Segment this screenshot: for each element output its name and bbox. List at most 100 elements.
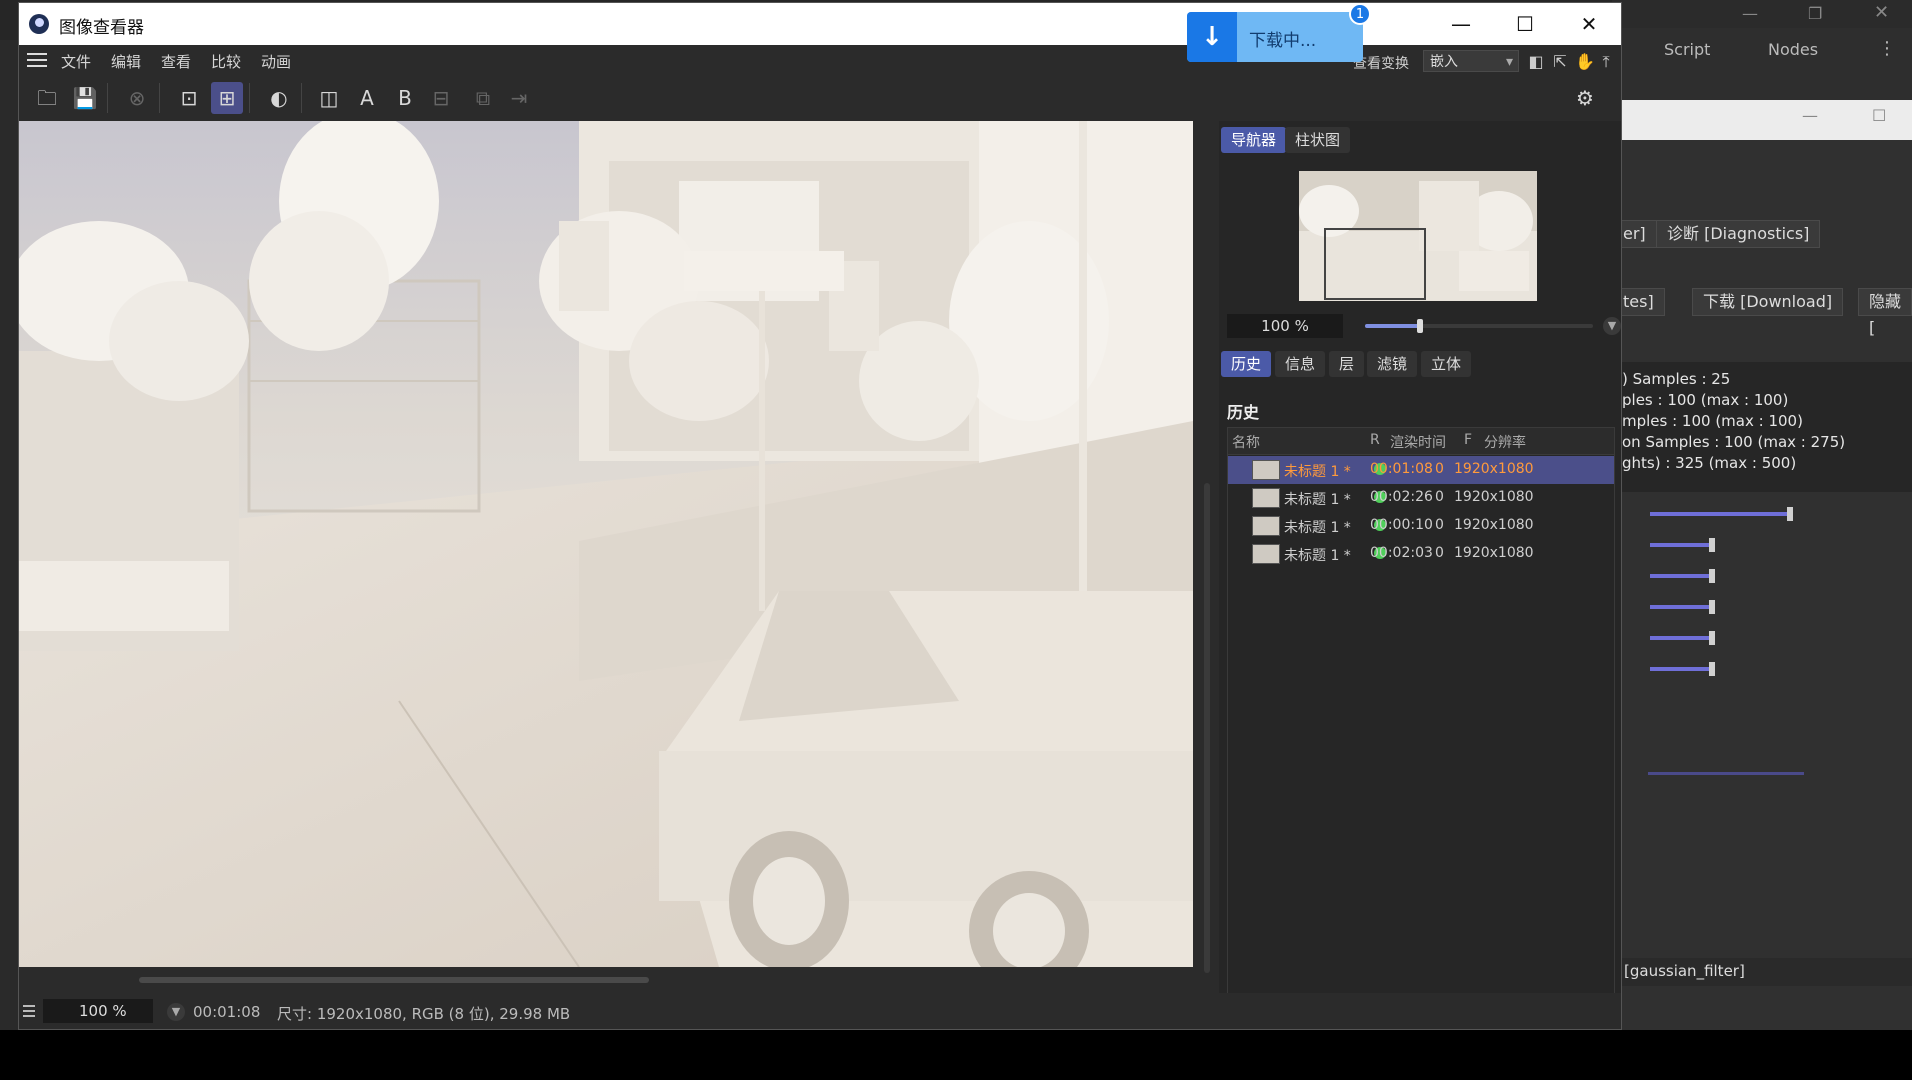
bg-slider-knob[interactable] <box>1709 631 1715 645</box>
bg-button-hide[interactable]: 隐藏 [ <box>1858 288 1912 337</box>
split-view-icon[interactable]: ◧ <box>1527 53 1545 71</box>
tab-stereo[interactable]: 立体 <box>1421 351 1472 377</box>
bg-panel-minimize-icon[interactable]: — <box>1802 106 1818 125</box>
toolbar-divider <box>159 83 160 113</box>
history-row[interactable]: 未标题 1 * 00:02:26 0 1920x1080 <box>1228 484 1614 512</box>
pin-icon[interactable]: ⤒ <box>1597 53 1615 71</box>
history-resolution: 1920x1080 <box>1454 489 1534 505</box>
maximize-button[interactable]: ☐ <box>1493 3 1557 45</box>
column-name[interactable]: 名称 <box>1232 432 1260 452</box>
bg-slider-knob[interactable] <box>1709 569 1715 583</box>
close-button[interactable]: ✕ <box>1557 3 1621 45</box>
column-render-time[interactable]: 渲染时间 <box>1390 432 1446 452</box>
bg-minimize-icon[interactable]: — <box>1742 4 1758 23</box>
history-frame: 0 <box>1435 461 1444 477</box>
status-render-time: 00:01:08 <box>193 1003 261 1021</box>
export-icon[interactable]: ⇥ <box>503 82 535 114</box>
bg-slider[interactable] <box>1650 512 1790 516</box>
tab-history[interactable]: 历史 <box>1221 351 1272 377</box>
bg-stat-line: ples : 100 (max : 100) <box>1622 391 1789 409</box>
render-selection-icon[interactable]: ⊞ <box>211 82 243 114</box>
tab-navigator[interactable]: 导航器 <box>1221 127 1287 153</box>
navigator-thumbnail[interactable] <box>1299 171 1537 301</box>
tab-layers[interactable]: 层 <box>1329 351 1365 377</box>
title-bar: 图像查看器 — ☐ ✕ <box>19 3 1621 45</box>
bg-tab-script[interactable]: Script <box>1664 40 1710 59</box>
history-row[interactable]: 未标题 1 * 00:01:08 0 1920x1080 <box>1228 456 1614 484</box>
history-row[interactable]: 未标题 1 * 00:00:10 0 1920x1080 <box>1228 512 1614 540</box>
swap-icon[interactable]: ⊟ <box>425 82 457 114</box>
bg-stat-line: ) Samples : 25 <box>1622 370 1731 388</box>
overlay-icon[interactable]: ⧉ <box>467 82 499 114</box>
chevron-down-icon[interactable]: ▼ <box>1603 317 1621 335</box>
render-image-canvas[interactable] <box>19 121 1193 967</box>
bg-slider[interactable] <box>1650 667 1712 671</box>
bg-slider[interactable] <box>1650 574 1712 578</box>
tab-histogram[interactable]: 柱状图 <box>1285 127 1351 153</box>
history-row[interactable]: 未标题 1 * 00:02:03 0 1920x1080 <box>1228 540 1614 568</box>
background-title-bar: — ❐ ✕ <box>1612 0 1912 28</box>
bg-slider-knob[interactable] <box>1709 538 1715 552</box>
bg-close-icon[interactable]: ✕ <box>1874 2 1889 23</box>
minimize-button[interactable]: — <box>1429 3 1493 45</box>
settings-gear-icon[interactable]: ⚙ <box>1569 82 1601 114</box>
background-tab-bar: Script Nodes ⋮ <box>1612 28 1912 100</box>
status-zoom-field[interactable]: 100 % <box>43 999 153 1023</box>
compare-b-button[interactable]: B <box>389 82 421 114</box>
image-vertical-scrollbar[interactable] <box>1204 483 1210 973</box>
bg-slider[interactable] <box>1650 543 1712 547</box>
history-resolution: 1920x1080 <box>1454 545 1534 561</box>
bg-slider[interactable] <box>1650 605 1712 609</box>
menu-compare[interactable]: 比较 <box>211 51 241 72</box>
menu-bar: 文件 编辑 查看 比较 动画 查看变换 嵌入 ◧ ⇱ ✋ ⤒ <box>19 45 1621 75</box>
remove-icon[interactable]: ⊗ <box>121 82 153 114</box>
bg-slider[interactable] <box>1650 636 1712 640</box>
bg-filter-label: [gaussian_filter] <box>1624 962 1745 980</box>
region-render-icon[interactable]: ⊡ <box>173 82 205 114</box>
window-title: 图像查看器 <box>59 18 144 38</box>
background-panel-body: er] 诊断 [Diagnostics] tes] 下载 [Download] … <box>1612 140 1912 1030</box>
bg-slider-knob[interactable] <box>1709 662 1715 676</box>
tab-filters[interactable]: 滤镜 <box>1367 351 1418 377</box>
app-icon <box>29 14 49 34</box>
history-frame: 0 <box>1435 517 1444 533</box>
bg-filter-row: [gaussian_filter] <box>1612 958 1912 986</box>
bg-more-icon[interactable]: ⋮ <box>1878 38 1896 59</box>
bg-slider-knob[interactable] <box>1709 600 1715 614</box>
contrast-icon[interactable]: ◐ <box>263 82 295 114</box>
navigator-zoom-slider[interactable] <box>1365 319 1593 333</box>
save-icon[interactable]: 💾 <box>69 82 101 114</box>
bg-panel-maximize-icon[interactable]: ☐ <box>1872 106 1886 125</box>
hamburger-menu-icon[interactable] <box>27 53 47 67</box>
compare-ab-icon[interactable]: ◫ <box>313 82 345 114</box>
column-resolution[interactable]: 分辨率 <box>1484 432 1526 452</box>
bg-button-download[interactable]: 下载 [Download] <box>1692 288 1844 316</box>
view-transform-select[interactable]: 嵌入 <box>1423 50 1519 73</box>
navigator-zoom-field[interactable]: 100 % <box>1227 314 1343 338</box>
download-count-badge: 1 <box>1349 3 1371 25</box>
compare-a-button[interactable]: A <box>351 82 383 114</box>
status-image-info: 尺寸: 1920x1080, RGB (8 位), 29.98 MB <box>277 1005 571 1023</box>
history-name: 未标题 1 * <box>1284 548 1351 564</box>
tab-info[interactable]: 信息 <box>1275 351 1326 377</box>
hand-icon[interactable]: ✋ <box>1575 53 1595 71</box>
chevron-down-icon[interactable]: ▼ <box>167 1003 185 1021</box>
navigator-zoom-slider-knob[interactable] <box>1416 319 1423 333</box>
download-notification[interactable]: ↓ 下载中... <box>1187 12 1363 62</box>
status-menu-icon[interactable] <box>23 1005 35 1017</box>
history-table: 名称 R 渲染时间 F 分辨率 未标题 1 * 00:01:08 0 1920x108… <box>1227 427 1615 999</box>
open-folder-icon[interactable]: 🗀 <box>31 82 63 114</box>
column-f[interactable]: F <box>1464 432 1472 448</box>
image-horizontal-scrollbar[interactable] <box>139 977 649 983</box>
column-r[interactable]: R <box>1370 432 1380 448</box>
bg-restore-icon[interactable]: ❐ <box>1808 4 1822 23</box>
bg-slider-knob[interactable] <box>1787 507 1793 521</box>
menu-view[interactable]: 查看 <box>161 51 191 72</box>
bg-tab-nodes[interactable]: Nodes <box>1768 40 1818 59</box>
menu-edit[interactable]: 编辑 <box>111 51 141 72</box>
external-icon[interactable]: ⇱ <box>1551 53 1569 71</box>
menu-animation[interactable]: 动画 <box>261 51 291 72</box>
bg-button-diagnostics[interactable]: 诊断 [Diagnostics] <box>1656 220 1821 248</box>
menu-file[interactable]: 文件 <box>61 51 91 72</box>
history-resolution: 1920x1080 <box>1454 517 1534 533</box>
